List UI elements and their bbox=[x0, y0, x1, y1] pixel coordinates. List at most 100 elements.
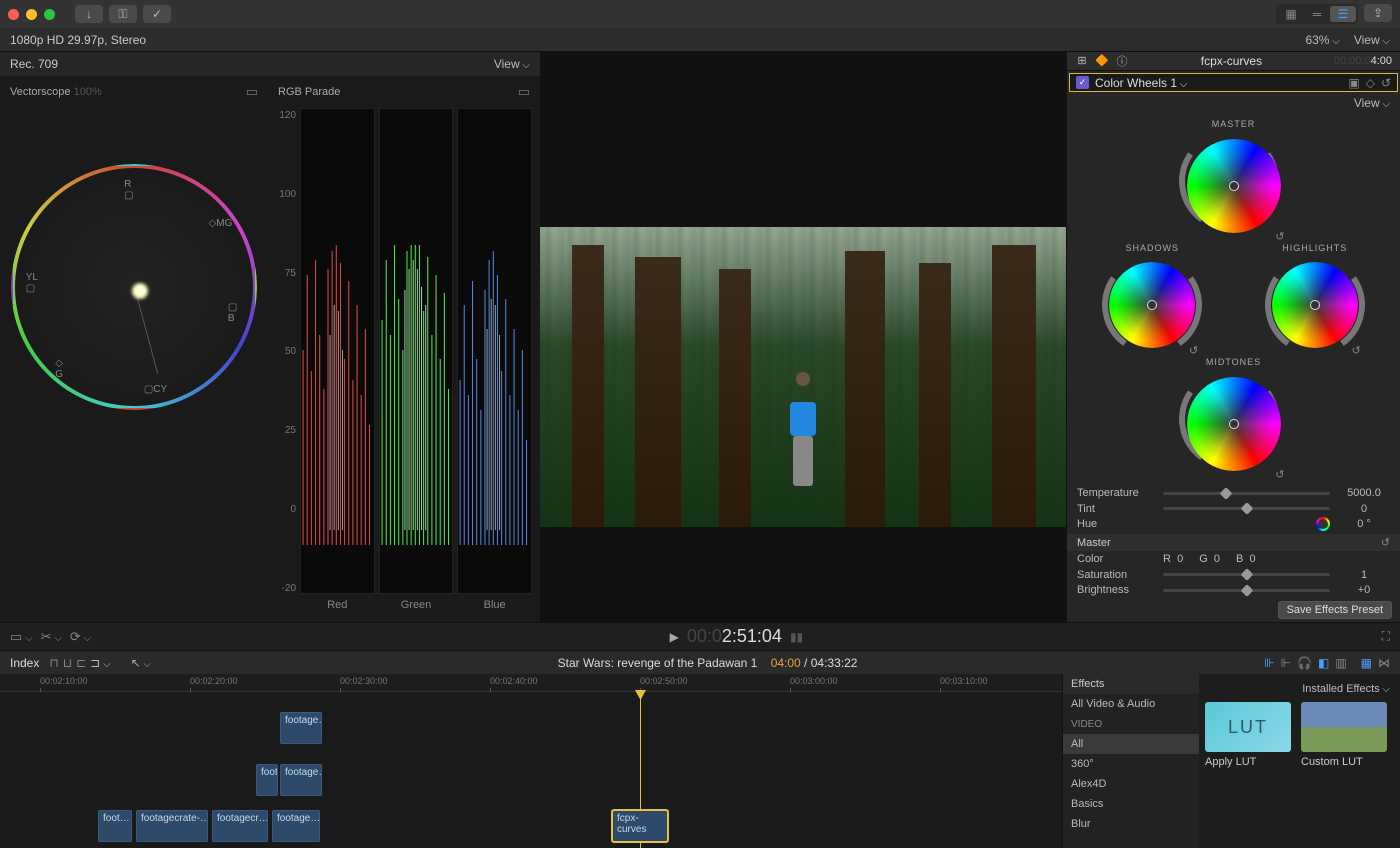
clip-appearance-dropdown[interactable]: ▭ bbox=[10, 629, 33, 645]
timeline-clip[interactable]: footage… bbox=[280, 764, 322, 796]
select-tool-dropdown[interactable]: ↖ bbox=[131, 656, 151, 670]
mask-icon[interactable]: ▣ bbox=[1348, 76, 1359, 90]
effects-cat-all[interactable]: All bbox=[1063, 734, 1199, 754]
inspector-layout-icon[interactable]: ☰ bbox=[1330, 6, 1356, 22]
effect-item[interactable]: LUTApply LUT bbox=[1205, 702, 1291, 768]
keyframe-icon[interactable]: ◇ bbox=[1366, 76, 1375, 90]
hue-value[interactable]: 0 ° bbox=[1338, 518, 1390, 530]
timeline-clip[interactable]: footagecrate-… bbox=[136, 810, 208, 842]
workspace-switcher[interactable]: ▦ ═ ☰ bbox=[1276, 4, 1358, 24]
correction-name-dropdown[interactable]: Color Wheels 1 bbox=[1095, 76, 1342, 90]
ruler-tick: 00:02:50:00 bbox=[640, 676, 688, 686]
parade-settings-icon[interactable]: ▭ bbox=[518, 84, 530, 100]
timeline-layout-icon[interactable]: ▥ bbox=[1335, 656, 1346, 670]
saturation-slider[interactable] bbox=[1163, 573, 1330, 576]
temperature-value[interactable]: 5000.0 bbox=[1338, 487, 1390, 499]
viewer-view-dropdown[interactable]: View bbox=[1354, 33, 1390, 47]
correction-enable-checkbox[interactable]: ✓ bbox=[1076, 76, 1089, 89]
overwrite-clip-icon[interactable]: ⊐ bbox=[90, 656, 110, 670]
inspector-view-dropdown[interactable]: View bbox=[1354, 96, 1390, 110]
timeline-layout-icon[interactable]: ═ bbox=[1304, 6, 1330, 22]
timeline-clip[interactable]: footage bbox=[256, 764, 278, 796]
insert-clip-icon[interactable]: ⊔ bbox=[63, 656, 72, 670]
installed-effects-dropdown[interactable]: Installed Effects bbox=[1302, 683, 1390, 695]
brightness-slider[interactable] bbox=[1163, 589, 1330, 592]
saturation-value[interactable]: 1 bbox=[1338, 569, 1390, 581]
correction-selector[interactable]: ✓ Color Wheels 1 ▣ ◇ ↺ bbox=[1069, 73, 1398, 92]
save-effects-preset-button[interactable]: Save Effects Preset bbox=[1278, 601, 1392, 619]
solo-icon[interactable]: ◧ bbox=[1318, 656, 1329, 670]
effects-browser-icon[interactable]: ▦ bbox=[1361, 656, 1372, 670]
master-wheel-reset-icon[interactable]: ↺ bbox=[1275, 230, 1284, 243]
vectorscope-marker-r: R▢ bbox=[124, 179, 133, 201]
midtones-color-wheel[interactable]: ↺ bbox=[1179, 369, 1289, 479]
color-b-value[interactable]: 0 bbox=[1249, 553, 1255, 565]
timeline-panel[interactable]: 00:02:10:0000:02:20:0000:02:30:0000:02:4… bbox=[0, 674, 1062, 848]
share-button[interactable]: ⇪ bbox=[1364, 4, 1392, 22]
zoom-dropdown[interactable]: 63% bbox=[1305, 33, 1339, 47]
timeline-clip[interactable]: footagecr… bbox=[212, 810, 268, 842]
transitions-browser-icon[interactable]: ⋈ bbox=[1378, 656, 1390, 670]
audio-meters-icon[interactable]: ▮▮ bbox=[790, 630, 803, 644]
highlights-wheel-label: HIGHLIGHTS bbox=[1234, 243, 1397, 253]
temperature-row: Temperature 5000.0 bbox=[1067, 485, 1400, 501]
hue-dial[interactable] bbox=[1316, 517, 1330, 531]
scopes-view-dropdown[interactable]: View bbox=[494, 57, 530, 71]
vectorscope-marker-mg: ◇MG bbox=[209, 218, 233, 229]
midtones-wheel-reset-icon[interactable]: ↺ bbox=[1275, 468, 1284, 481]
browser-layout-icon[interactable]: ▦ bbox=[1278, 6, 1304, 22]
timeline-tracks[interactable]: footage…footage…foot…footagecrate-…foota… bbox=[0, 692, 1062, 848]
shadows-wheel-label: SHADOWS bbox=[1071, 243, 1234, 253]
highlights-wheel-reset-icon[interactable]: ↺ bbox=[1352, 344, 1361, 357]
effects-cat-blur[interactable]: Blur bbox=[1063, 814, 1199, 834]
audio-skimming-icon[interactable]: 🎧 bbox=[1297, 656, 1312, 670]
shadows-color-wheel[interactable]: ↺ bbox=[1102, 255, 1202, 355]
snapping-icon[interactable]: ⊪ bbox=[1264, 656, 1274, 670]
keyword-button[interactable]: ⚿ bbox=[109, 5, 137, 23]
tools-dropdown[interactable]: ✂ bbox=[41, 629, 62, 645]
master-section-reset-icon[interactable]: ↺ bbox=[1381, 536, 1390, 549]
effect-thumbnail[interactable]: LUT bbox=[1205, 702, 1291, 752]
tint-value[interactable]: 0 bbox=[1338, 503, 1390, 515]
fullscreen-icon[interactable]: ⛶ bbox=[1382, 629, 1390, 644]
timeline-index-button[interactable]: Index bbox=[10, 656, 39, 670]
connect-clip-icon[interactable]: ⊓ bbox=[49, 656, 58, 670]
effects-cat-360[interactable]: 360° bbox=[1063, 754, 1199, 774]
tint-slider[interactable] bbox=[1163, 507, 1330, 510]
titlebar: ↓ ⚿ ✓ ▦ ═ ☰ ⇪ bbox=[0, 0, 1400, 28]
import-button[interactable]: ↓ bbox=[75, 5, 103, 23]
append-clip-icon[interactable]: ⊏ bbox=[76, 656, 86, 670]
info-inspector-tab-icon[interactable]: ⓘ bbox=[1115, 54, 1129, 68]
timeline-clip[interactable]: footage… bbox=[280, 712, 322, 744]
play-button[interactable]: ▶ bbox=[670, 630, 679, 644]
highlights-color-wheel[interactable]: ↺ bbox=[1265, 255, 1365, 355]
effects-cat-all-video-audio[interactable]: All Video & Audio bbox=[1063, 694, 1199, 714]
shadows-wheel-reset-icon[interactable]: ↺ bbox=[1189, 344, 1198, 357]
timeline-clip[interactable]: fcpx-curves bbox=[612, 810, 668, 842]
timecode-display[interactable]: 00:02:51:04 bbox=[687, 626, 782, 647]
color-inspector-tab-icon[interactable]: 🔶 bbox=[1095, 54, 1109, 68]
effect-thumbnail[interactable] bbox=[1301, 702, 1387, 752]
timeline-ruler[interactable]: 00:02:10:0000:02:20:0000:02:30:0000:02:4… bbox=[0, 674, 1062, 692]
color-r-value[interactable]: 0 bbox=[1177, 553, 1183, 565]
temperature-slider[interactable] bbox=[1163, 492, 1330, 495]
vectorscope-settings-icon[interactable]: ▭ bbox=[246, 84, 258, 100]
maximize-window-button[interactable] bbox=[44, 9, 55, 20]
timeline-clip[interactable]: foot… bbox=[98, 810, 132, 842]
brightness-value[interactable]: +0 bbox=[1338, 584, 1390, 596]
timeline-clip[interactable]: footage… bbox=[272, 810, 320, 842]
retime-dropdown[interactable]: ⟳ bbox=[70, 629, 91, 645]
format-label: 1080p HD 29.97p, Stereo bbox=[10, 33, 146, 47]
minimize-window-button[interactable] bbox=[26, 9, 37, 20]
color-rgb-row: Color R 0 G 0 B 0 bbox=[1067, 551, 1400, 567]
background-tasks-button[interactable]: ✓ bbox=[143, 5, 171, 23]
color-g-value[interactable]: 0 bbox=[1214, 553, 1220, 565]
skimming-icon[interactable]: ⊩ bbox=[1281, 656, 1291, 670]
effects-cat-basics[interactable]: Basics bbox=[1063, 794, 1199, 814]
effect-item[interactable]: Custom LUT bbox=[1301, 702, 1387, 768]
master-color-wheel[interactable]: ↺ bbox=[1179, 131, 1289, 241]
effects-cat-alex4d[interactable]: Alex4D bbox=[1063, 774, 1199, 794]
video-inspector-tab-icon[interactable]: ⊞ bbox=[1075, 54, 1089, 68]
close-window-button[interactable] bbox=[8, 9, 19, 20]
reset-correction-icon[interactable]: ↺ bbox=[1381, 76, 1391, 90]
